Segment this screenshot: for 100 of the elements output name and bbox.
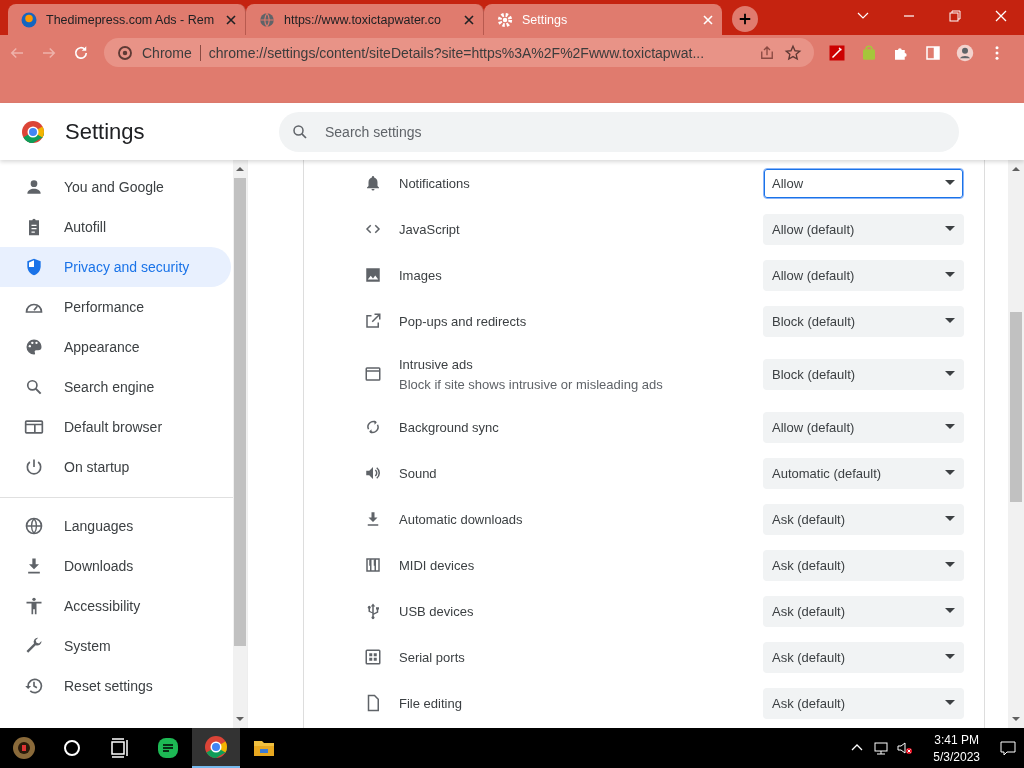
site-icon [20,10,38,29]
caret-icon [945,470,955,476]
permission-dropdown[interactable]: Allow (default) [763,411,964,443]
window-icon [364,365,382,383]
sidebar-item[interactable]: Appearance [0,327,231,367]
permission-description: Block if site shows intrusive or misleading ads [399,376,664,392]
globe-icon [24,516,44,536]
browser-window-icon [24,417,44,437]
scrollbar[interactable] [1008,160,1024,728]
piano-keys-icon [364,556,382,574]
caret-icon [945,272,955,278]
search-icon [24,377,44,397]
site-chip: Chrome [142,44,201,61]
chrome-icon [116,43,134,62]
sync-icon [364,418,382,436]
chrome-icon[interactable] [204,735,228,759]
scroll-down-icon[interactable] [1011,714,1021,724]
sidebar-item[interactable]: Autofill [0,207,231,247]
person-icon [24,177,44,197]
gear-icon [496,10,514,29]
caret-icon [945,654,955,660]
scrollbar[interactable] [233,160,247,728]
side-panel-icon[interactable] [924,43,942,62]
search-icon [291,122,309,141]
permission-label: Serial ports [399,649,466,665]
globe-icon [258,10,276,29]
sidebar-item[interactable]: System [0,626,231,666]
power-icon [24,457,44,477]
search-field[interactable]: Search settings [279,111,959,152]
close-icon[interactable] [463,13,475,26]
permission-dropdown[interactable]: Allow [763,167,964,199]
muted-speaker-icon[interactable] [897,740,914,756]
permission-label: File editing [399,695,463,711]
accessibility-icon [24,596,44,616]
address-bar[interactable]: Chrome chrome://settings/content/siteDetails?site=https%3A%2F%2Fwww.toxictapwat... [104,38,814,67]
permission-label: Images [399,267,443,283]
caret-icon [945,608,955,614]
sidebar-item[interactable]: Reset settings [0,666,231,706]
notes-app-icon[interactable] [156,736,180,760]
sidebar-item[interactable]: Default browser [0,407,231,447]
sidebar-item[interactable]: Accessibility [0,586,231,626]
permission-label: Sound [399,465,438,481]
caret-icon [945,700,955,706]
caret-icon [945,371,955,377]
permission-dropdown[interactable]: Ask (default) [763,687,964,719]
caret-icon [945,516,955,522]
permission-label: Intrusive ads [399,356,474,372]
network-icon[interactable] [873,740,890,756]
scroll-down-icon[interactable] [235,714,245,724]
permission-dropdown[interactable]: Block (default) [763,305,964,337]
caret-icon [945,318,955,324]
caret-icon [945,424,955,430]
sidebar-item[interactable]: Performance [0,287,231,327]
history-icon [24,676,44,696]
page-title: Settings [65,118,146,145]
palette-icon [24,337,44,357]
permission-dropdown[interactable]: Ask (default) [763,503,964,535]
sidebar-item[interactable]: Languages [0,506,231,546]
gear-badge-icon[interactable] [12,736,36,760]
permission-label: Background sync [399,419,500,435]
scroll-up-icon[interactable] [235,164,245,174]
permission-label: Pop-ups and redirects [399,313,528,329]
notification-icon[interactable] [1000,740,1016,756]
external-link-icon [364,312,382,330]
caret-icon [945,226,955,232]
image-icon [364,266,382,284]
caret-icon [945,180,955,186]
avatar-icon[interactable] [956,43,974,62]
permission-label: MIDI devices [399,557,476,573]
close-icon[interactable] [225,13,237,26]
clock-date: 5/3/2023 [933,749,980,764]
permission-dropdown[interactable]: Allow (default) [763,213,964,245]
permission-dropdown[interactable]: Ask (default) [763,641,964,673]
permission-label: USB devices [399,603,475,619]
browser-tab[interactable]: https://www.toxictapwater.co [246,4,484,35]
permission-dropdown[interactable]: Allow (default) [763,259,964,291]
permission-dropdown[interactable]: Ask (default) [763,595,964,627]
shield-icon [24,257,44,277]
permission-label: JavaScript [399,221,461,237]
bell-icon [364,174,382,192]
caret-icon [945,562,955,568]
scroll-up-icon[interactable] [1011,164,1021,174]
permission-dropdown[interactable]: Block (default) [763,358,964,390]
permission-label: Automatic downloads [399,511,524,527]
clock-time: 3:41 PM [934,732,979,747]
new-tab-button[interactable] [732,6,758,32]
sidebar-item[interactable]: Privacy and security [0,247,231,287]
browser-tab[interactable]: Thedimepress.com Ads - Rem [8,4,246,35]
grid-port-icon [364,648,382,666]
permission-dropdown[interactable]: Automatic (default) [763,457,964,489]
permission-label: Notifications [399,175,471,191]
sidebar-item[interactable]: Search engine [0,367,231,407]
sidebar-item[interactable]: Downloads [0,546,231,586]
url-text: chrome://settings/content/siteDetails?site=https%3A%2F%2Fwww.toxictapwat... [208,44,706,61]
wand-icon[interactable] [828,43,846,62]
star-icon[interactable] [784,43,802,62]
permission-dropdown[interactable]: Ask (default) [763,549,964,581]
chrome-logo-icon [21,119,45,144]
sidebar-item[interactable]: On startup [0,447,231,487]
sidebar-item[interactable]: You and Google [0,167,231,207]
